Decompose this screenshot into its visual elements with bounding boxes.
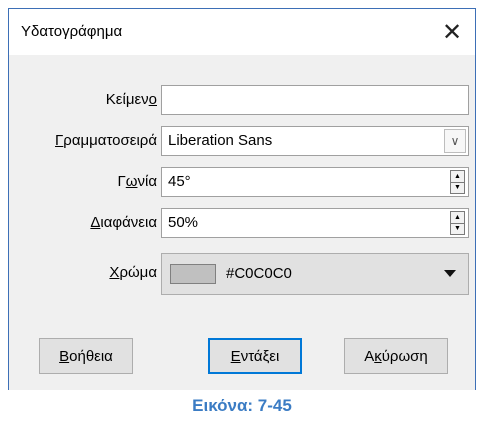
transparency-increment-button[interactable]: ▲ <box>450 211 465 224</box>
watermark-dialog: Υδατογράφημα ✕ Κείμενο Γραμματοσειρά Lib… <box>8 8 476 390</box>
dialog-title: Υδατογράφημα <box>21 23 123 40</box>
help-button[interactable]: Βοήθεια <box>39 338 133 374</box>
color-label: Χρώμα <box>109 264 157 281</box>
arrow-up-icon: ▲ <box>454 213 461 221</box>
angle-increment-button[interactable]: ▲ <box>450 170 465 183</box>
angle-decrement-button[interactable]: ▼ <box>450 182 465 194</box>
text-input[interactable] <box>161 85 469 115</box>
transparency-value: 50% <box>168 214 199 231</box>
angle-spinbox[interactable]: 45° ▲ ▼ <box>161 167 469 197</box>
close-icon: ✕ <box>441 18 463 46</box>
font-value: Liberation Sans <box>168 132 273 149</box>
title-bar: Υδατογράφημα ✕ <box>9 9 475 55</box>
chevron-down-icon: ∨ <box>450 134 460 148</box>
font-combobox[interactable]: Liberation Sans ∨ <box>161 126 469 156</box>
close-button[interactable]: ✕ <box>429 9 475 55</box>
color-picker-button[interactable]: #C0C0C0 <box>161 253 469 295</box>
color-value: #C0C0C0 <box>226 265 292 282</box>
arrow-up-icon: ▲ <box>454 172 461 180</box>
transparency-spin-buttons: ▲ ▼ <box>450 211 465 235</box>
font-label: Γραμματοσειρά <box>55 132 157 149</box>
text-label: Κείμενο <box>105 91 157 108</box>
arrow-down-icon: ▼ <box>454 225 461 233</box>
ok-button[interactable]: Εντάξει <box>208 338 302 374</box>
arrow-down-icon: ▼ <box>454 184 461 192</box>
cancel-button[interactable]: Ακ ύρωση <box>344 338 448 374</box>
transparency-label: Διαφάνεια <box>90 214 157 231</box>
transparency-decrement-button[interactable]: ▼ <box>450 223 465 235</box>
figure-caption: Εικόνα: 7-45 <box>192 396 292 415</box>
angle-spin-buttons: ▲ ▼ <box>450 170 465 194</box>
font-dropdown-button[interactable]: ∨ <box>444 129 466 153</box>
angle-label: Γωνία <box>117 173 158 190</box>
dropdown-arrow-icon <box>444 270 456 277</box>
color-swatch <box>170 264 216 284</box>
transparency-spinbox[interactable]: 50% ▲ ▼ <box>161 208 469 238</box>
angle-value: 45° <box>168 173 191 190</box>
